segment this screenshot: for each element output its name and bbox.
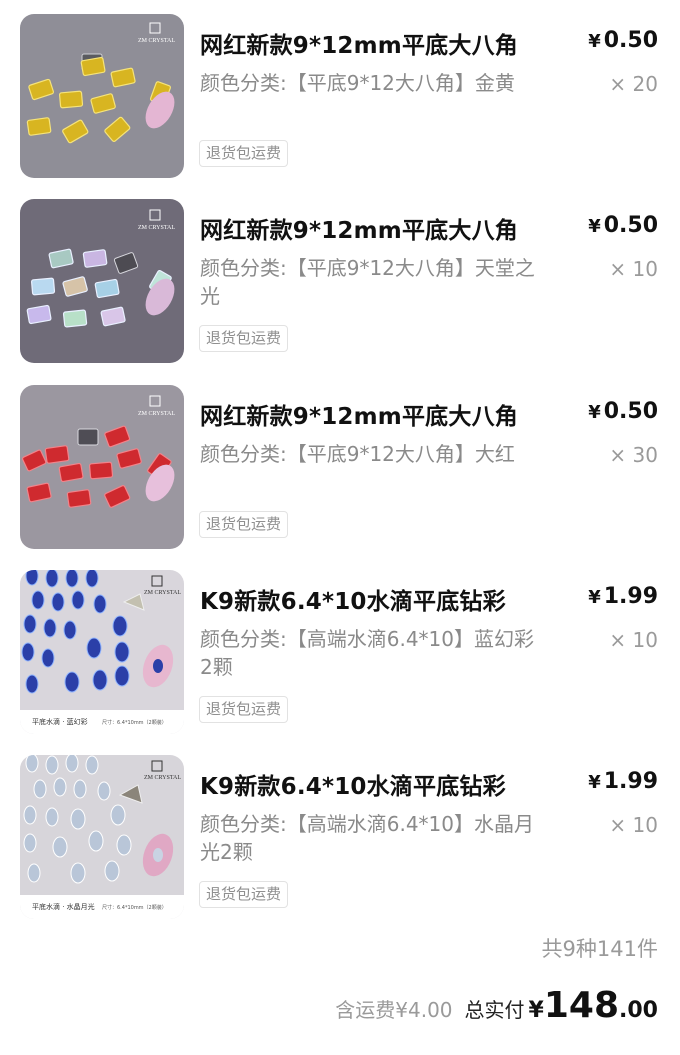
watermark-text: ZM CRYSTAL <box>138 411 175 417</box>
return-shipping-badge: 退货包运费 <box>199 511 289 538</box>
item-quantity: × 10 <box>609 813 658 837</box>
currency-symbol: ¥ <box>588 216 601 237</box>
return-shipping-badge: 退货包运费 <box>199 325 289 352</box>
currency-symbol: ¥ <box>588 402 601 423</box>
total-currency: ¥ <box>528 998 544 1023</box>
watermark-text: ZM CRYSTAL <box>138 225 175 231</box>
return-shipping-badge: 退货包运费 <box>199 140 289 167</box>
item-price: ¥1.99 <box>588 769 658 794</box>
image-caption: 平底水滴 · 水晶月光 <box>32 902 95 911</box>
product-photo-paradise-light: ZM CRYSTAL <box>20 199 184 363</box>
item-price: ¥0.50 <box>588 28 658 53</box>
currency-symbol: ¥ <box>588 587 601 608</box>
product-title[interactable]: K9新款6.4*10水滴平底钻彩 <box>200 582 506 616</box>
return-shipping-badge: 退货包运费 <box>199 881 289 908</box>
product-image[interactable]: ZM CRYSTAL <box>20 199 184 363</box>
product-title[interactable]: 网红新款9*12mm平底大八角 <box>200 397 518 431</box>
total-amount-integer: 148 <box>543 985 620 1026</box>
watermark-text: ZM CRYSTAL <box>144 775 181 781</box>
order-item[interactable]: 平底水滴 · 水晶月光 尺寸：6.4*10mm（2颗装） ZM CRYSTAL … <box>0 755 680 925</box>
product-photo-big-red: ZM CRYSTAL <box>20 385 184 549</box>
shipping-fee: 含运费¥4.00 <box>335 998 453 1022</box>
item-price: ¥0.50 <box>588 399 658 424</box>
product-image[interactable]: ZM CRYSTAL <box>20 14 184 178</box>
order-item[interactable]: ZM CRYSTAL 网红新款9*12mm平底大八角 ¥0.50 颜色分类:【平… <box>0 385 680 555</box>
product-image[interactable]: 平底水滴 · 水晶月光 尺寸：6.4*10mm（2颗装） ZM CRYSTAL <box>20 755 184 919</box>
watermark-text: ZM CRYSTAL <box>138 38 175 44</box>
order-item[interactable]: 平底水滴 · 蓝幻彩 尺寸：6.4*10mm（2颗装） ZM CRYSTAL K… <box>0 570 680 740</box>
price-value: 1.99 <box>603 584 658 609</box>
sku-spec: 颜色分类:【平底9*12大八角】金黄 <box>200 71 515 95</box>
item-quantity: × 30 <box>609 443 658 467</box>
sku-spec: 颜色分类:【平底9*12大八角】天堂之光 <box>200 256 535 308</box>
image-caption: 平底水滴 · 蓝幻彩 <box>32 717 88 726</box>
product-image[interactable]: 平底水滴 · 蓝幻彩 尺寸：6.4*10mm（2颗装） ZM CRYSTAL <box>20 570 184 734</box>
item-quantity: × 10 <box>609 628 658 652</box>
image-size-note: 尺寸：6.4*10mm（2颗装） <box>102 719 167 726</box>
total-paid-label: 总实付 <box>464 998 525 1022</box>
item-quantity: × 10 <box>609 257 658 281</box>
item-price: ¥0.50 <box>588 213 658 238</box>
currency-symbol: ¥ <box>588 772 601 793</box>
product-title[interactable]: K9新款6.4*10水滴平底钻彩 <box>200 767 506 801</box>
item-count-summary: 共9种141件 <box>541 937 658 961</box>
item-price: ¥1.99 <box>588 584 658 609</box>
price-value: 1.99 <box>603 769 658 794</box>
product-photo-blue-teardrop: 平底水滴 · 蓝幻彩 尺寸：6.4*10mm（2颗装） ZM CRYSTAL <box>20 570 184 734</box>
product-title[interactable]: 网红新款9*12mm平底大八角 <box>200 211 518 245</box>
product-photo-gold: ZM CRYSTAL <box>20 14 184 178</box>
product-photo-crystal-moonlight: 平底水滴 · 水晶月光 尺寸：6.4*10mm（2颗装） ZM CRYSTAL <box>20 755 184 919</box>
currency-symbol: ¥ <box>588 31 601 52</box>
product-image[interactable]: ZM CRYSTAL <box>20 385 184 549</box>
watermark-text: ZM CRYSTAL <box>144 590 181 596</box>
order-total-row: 含运费¥4.00 总实付 ¥ 148 .00 <box>335 985 658 1026</box>
return-shipping-badge: 退货包运费 <box>199 696 289 723</box>
item-quantity: × 20 <box>609 72 658 96</box>
price-value: 0.50 <box>603 28 658 53</box>
price-value: 0.50 <box>603 399 658 424</box>
sku-spec: 颜色分类:【高端水滴6.4*10】蓝幻彩2颗 <box>200 627 534 679</box>
price-value: 0.50 <box>603 213 658 238</box>
order-item[interactable]: ZM CRYSTAL 网红新款9*12mm平底大八角 ¥0.50 颜色分类:【平… <box>0 14 680 184</box>
product-title[interactable]: 网红新款9*12mm平底大八角 <box>200 26 518 60</box>
sku-spec: 颜色分类:【高端水滴6.4*10】水晶月光2颗 <box>200 812 534 864</box>
order-item[interactable]: ZM CRYSTAL 网红新款9*12mm平底大八角 ¥0.50 颜色分类:【平… <box>0 199 680 369</box>
image-size-note: 尺寸：6.4*10mm（2颗装） <box>102 904 167 911</box>
sku-spec: 颜色分类:【平底9*12大八角】大红 <box>200 442 515 466</box>
total-amount-decimal: .00 <box>619 998 658 1023</box>
